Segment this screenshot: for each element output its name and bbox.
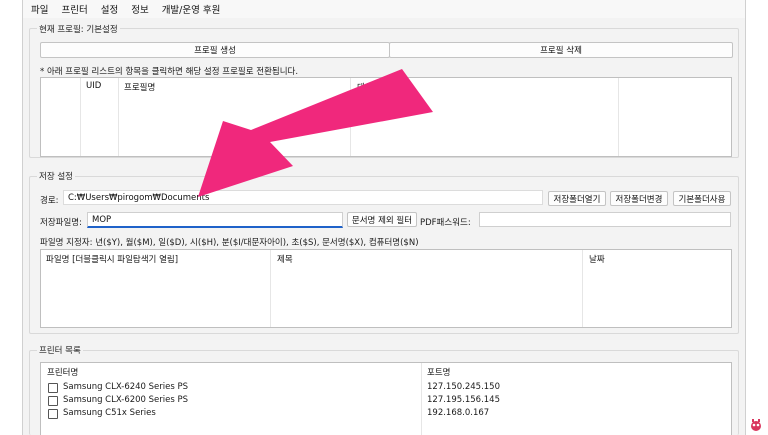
printer-row[interactable]: Samsung C51x Series 192.168.0.167 <box>41 408 731 420</box>
files-col-title[interactable]: 제목 <box>277 253 293 265</box>
printer-name: Samsung CLX-6240 Series PS <box>63 382 189 392</box>
profile-col-sep-1 <box>80 78 81 156</box>
app-window: 파일 프린터 설정 정보 개발/운영 후원 현재 프로필: 기본설정 프로필 생… <box>22 0 746 435</box>
create-profile-button[interactable]: 프로필 생성 <box>40 42 390 58</box>
printer-port: 127.195.156.145 <box>427 395 501 405</box>
doc-filter-button[interactable]: 문서명 제외 필터 <box>347 212 417 227</box>
printer-list[interactable]: 프린터명 포트명 Samsung CLX-6240 Series PS 127.… <box>40 362 732 435</box>
files-col-sep-1 <box>270 250 271 327</box>
open-folder-button[interactable]: 저장폴더열기 <box>548 191 606 206</box>
files-col-sep-2 <box>582 250 583 327</box>
printer-row[interactable]: Samsung CLX-6240 Series PS 127.150.245.1… <box>41 382 731 394</box>
profile-col-uid[interactable]: UID <box>86 81 101 91</box>
menu-file[interactable]: 파일 <box>31 2 48 16</box>
watermark-icon <box>751 419 761 431</box>
menu-info[interactable]: 정보 <box>131 2 148 16</box>
printer-checkbox[interactable] <box>48 396 58 406</box>
profile-col-sep-4 <box>618 78 619 156</box>
menu-printer[interactable]: 프린터 <box>61 2 87 16</box>
printer-row[interactable]: Samsung CLX-6200 Series PS 127.195.156.1… <box>41 395 731 407</box>
printer-port: 192.168.0.167 <box>427 408 490 418</box>
menu-bar: 파일 프린터 설정 정보 개발/운영 후원 <box>23 0 745 18</box>
printer-checkbox[interactable] <box>48 409 58 419</box>
profile-col-name[interactable]: 프로필명 <box>124 81 155 93</box>
profile-list[interactable]: UID 프로필명 대상 <box>40 77 732 157</box>
path-label: 경로: <box>40 196 59 206</box>
printer-name: Samsung C51x Series <box>63 408 156 418</box>
delete-profile-button[interactable]: 프로필 삭제 <box>389 42 733 58</box>
printer-group-title: 프린터 목록 <box>37 344 83 356</box>
default-folder-button[interactable]: 기본폴더사용 <box>673 191 731 206</box>
pdf-password-label: PDF패스워드: <box>420 218 471 228</box>
profile-col-target[interactable]: 대상 <box>357 81 373 93</box>
files-col-filename[interactable]: 파일명 [더블클릭시 파일탐색기 열림] <box>46 253 178 265</box>
printer-name: Samsung CLX-6200 Series PS <box>63 395 189 405</box>
saved-files-list[interactable]: 파일명 [더블클릭시 파일탐색기 열림] 제목 날짜 <box>40 249 732 328</box>
filename-label: 저장파일명: <box>40 218 82 228</box>
printer-port: 127.150.245.150 <box>427 382 501 392</box>
pdf-password-input[interactable] <box>479 212 731 227</box>
save-settings-title: 저장 설정 <box>37 170 75 182</box>
files-col-date[interactable]: 날짜 <box>589 253 605 265</box>
filename-input[interactable]: MOP <box>87 212 343 228</box>
printer-checkbox[interactable] <box>48 383 58 393</box>
printer-col-port[interactable]: 포트명 <box>427 366 450 378</box>
path-input[interactable]: C:₩Users₩pirogom₩Documents <box>63 190 543 205</box>
profile-col-sep-3 <box>350 78 351 156</box>
printer-col-name[interactable]: 프린터명 <box>47 366 78 378</box>
profile-group-title: 현재 프로필: 기본설정 <box>37 23 120 35</box>
profile-hint: * 아래 프로필 리스트의 항목을 클릭하면 해당 설정 프로필로 전환됩니다. <box>40 67 299 77</box>
change-folder-button[interactable]: 저장폴더변경 <box>610 191 668 206</box>
profile-col-sep-2 <box>118 78 119 156</box>
filename-spec-hint: 파일명 지정자: 년($Y), 월($M), 일($D), 시($H), 분($… <box>40 238 419 248</box>
menu-settings[interactable]: 설정 <box>101 2 118 16</box>
menu-support[interactable]: 개발/운영 후원 <box>162 2 221 16</box>
